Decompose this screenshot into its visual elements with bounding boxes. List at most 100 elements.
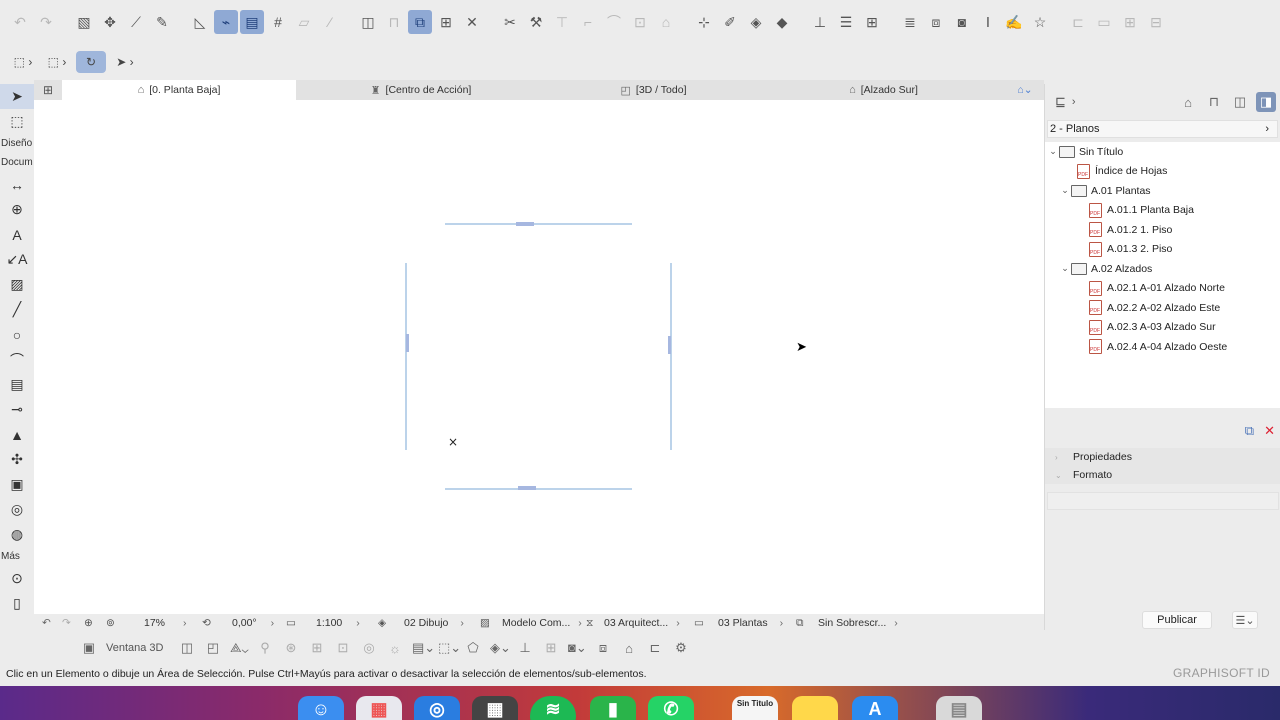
edit-icon[interactable]: ✍ — [1002, 10, 1026, 34]
whatsapp-icon[interactable]: ✆ — [648, 696, 694, 720]
fill-tool-icon[interactable]: ▨ — [0, 272, 34, 297]
grid-icon[interactable]: ⊞ — [1118, 10, 1142, 34]
publisher-set-select[interactable]: 2 - Planos › — [1047, 120, 1278, 138]
pen-set-icon[interactable]: ⧖ — [586, 617, 604, 630]
surface-icon[interactable]: ▱ — [292, 10, 316, 34]
stack-icon[interactable]: ≣ — [898, 10, 922, 34]
figure-tool-icon[interactable]: ▣ — [0, 472, 34, 497]
style-icon[interactable]: ◈⌄ — [490, 640, 511, 656]
polyline-tool-icon[interactable]: ⌒ — [0, 347, 34, 372]
rotate-icon[interactable]: ◎ — [360, 640, 378, 656]
tree-item-planta-baja[interactable]: PDF A.01.1 Planta Baja — [1045, 201, 1280, 221]
orbit-icon[interactable]: ↻ — [76, 51, 106, 73]
fill-icon[interactable]: ◈ — [744, 10, 768, 34]
wall-end-tool-icon[interactable]: ▯ — [0, 591, 34, 616]
undo-view-icon[interactable]: ↶ — [42, 617, 62, 629]
hotspot-tool-icon[interactable]: ✣ — [0, 447, 34, 472]
trash-icon[interactable]: ▤ — [936, 696, 982, 720]
expand-arrow-icon[interactable]: ⌄ — [1047, 146, 1059, 157]
inject-icon[interactable]: ✥ — [98, 10, 122, 34]
camera-icon[interactable]: ◙ — [950, 10, 974, 34]
settings-3d-icon[interactable]: ⚙ — [672, 640, 690, 656]
rail-icon[interactable]: ☰ — [834, 10, 858, 34]
tree-item-alzados[interactable]: ⌄ A.02 Alzados — [1045, 259, 1280, 279]
drawing-tool-icon[interactable]: ▤ — [0, 372, 34, 397]
notes-icon[interactable] — [792, 696, 838, 720]
zone-tool-icon[interactable]: ◎ — [0, 497, 34, 522]
launchpad-icon[interactable]: ▦ — [356, 696, 402, 720]
section-marker-left[interactable] — [406, 334, 409, 352]
model-view-field[interactable]: Modelo Com... › — [502, 617, 586, 629]
section-marker-bottom[interactable] — [518, 486, 536, 490]
marquee-tool-icon[interactable]: ⬚ — [0, 109, 34, 134]
label-tool-icon[interactable]: ↙A — [0, 247, 34, 272]
rotation-field[interactable]: 0,00° › — [232, 617, 286, 629]
tab-centro-accion[interactable]: ♜ [Centro de Acción] — [296, 80, 546, 100]
expand-arrow-icon[interactable]: ⌄ — [1059, 263, 1071, 274]
orbit-3d-icon[interactable]: ⊛ — [282, 640, 300, 656]
appstore-icon[interactable]: A — [852, 696, 898, 720]
tree-item-plantas[interactable]: ⌄ A.01 Plantas — [1045, 181, 1280, 201]
properties-section[interactable]: › Propiedades — [1045, 448, 1280, 466]
marquee-icon[interactable]: ⬚ › — [8, 51, 38, 73]
tree-item-alzado-norte[interactable]: PDF A.02.1 A-01 Alzado Norte — [1045, 279, 1280, 299]
globe-tool-icon[interactable]: ◍ — [0, 522, 34, 547]
redo-icon[interactable]: ↷ — [34, 10, 58, 34]
arc-icon[interactable]: ⌒ — [602, 10, 626, 34]
sun-icon[interactable]: ☼ — [386, 641, 404, 656]
trace-icon[interactable]: ⧉ — [408, 10, 432, 34]
view-map-icon[interactable]: ⊓ — [1204, 92, 1224, 112]
arrow-pointer-icon[interactable]: ➤ › — [110, 51, 140, 73]
zoom-in-icon[interactable]: ⊕ — [84, 617, 106, 629]
handrail-icon[interactable]: ⊞ — [542, 640, 560, 656]
redo-view-icon[interactable]: ↷ — [62, 617, 84, 629]
column-icon[interactable]: ▭ — [1092, 10, 1116, 34]
publisher-sets-icon[interactable]: ◨ — [1256, 92, 1276, 112]
grid-element-tool-icon[interactable]: ⊙ — [0, 566, 34, 591]
layer-combination-icon[interactable]: ◈ — [378, 617, 404, 629]
archicad-icon[interactable]: Sin Titulo — [732, 696, 778, 720]
beam-icon[interactable]: ⊏ — [1066, 10, 1090, 34]
ruler-icon[interactable]: ◺ — [188, 10, 212, 34]
tree-item-piso-2[interactable]: PDF A.01.3 2. Piso — [1045, 240, 1280, 260]
pen-set-field[interactable]: 03 Arquitect... › — [604, 617, 694, 629]
roof-icon[interactable]: ⌂ — [654, 10, 678, 34]
pencil-icon[interactable]: ✎ — [150, 10, 174, 34]
finder-icon[interactable]: ☺ — [298, 696, 344, 720]
level-tool-icon[interactable]: ⊕ — [0, 197, 34, 222]
brush-icon[interactable]: ✐ — [718, 10, 742, 34]
override-field[interactable]: Sin Sobrescr... › — [818, 617, 898, 629]
star-icon[interactable]: ☆ — [1028, 10, 1052, 34]
new-item-icon[interactable]: ⧉ — [1245, 423, 1254, 439]
eyedropper-icon[interactable]: ⟋ — [124, 10, 148, 34]
plan-type-icon[interactable]: ▭ — [694, 617, 718, 629]
section-view-icon[interactable]: ◫ — [178, 640, 196, 656]
tree-item-alzado-oeste[interactable]: PDF A.02.4 A-04 Alzado Oeste — [1045, 337, 1280, 357]
fence-icon[interactable]: ⊞ — [860, 10, 884, 34]
delete-icon[interactable]: ✕ — [1264, 423, 1275, 439]
explore-icon[interactable]: ⊞ — [308, 640, 326, 656]
stair-3d-icon[interactable]: ⊥ — [516, 640, 534, 656]
cut-plane-icon[interactable]: ▤⌄ — [412, 640, 435, 656]
expand-chevron-icon[interactable]: › — [1072, 96, 1076, 108]
scale-field[interactable]: 1:100 › — [316, 617, 378, 629]
box-view-icon[interactable]: ◰ — [204, 640, 222, 656]
text-icon[interactable]: Ⅰ — [976, 10, 1000, 34]
format-section[interactable]: ⌄ Formato — [1045, 466, 1280, 484]
tab-planta-baja[interactable]: ⌂ [0. Planta Baja] — [62, 80, 296, 100]
zoom-field[interactable]: 17% › — [144, 617, 202, 629]
fly-icon[interactable]: ⊡ — [334, 640, 352, 656]
dimension-tool-icon[interactable]: ↔ — [0, 172, 34, 197]
floor-plan-canvas[interactable]: × — [34, 100, 1044, 614]
select-icon[interactable]: ⬚ › — [42, 51, 72, 73]
snap-guides-icon[interactable]: ⌁ — [214, 10, 238, 34]
section-marker-right[interactable] — [668, 336, 671, 354]
format-select[interactable] — [1047, 492, 1279, 510]
tree-item-alzado-este[interactable]: PDF A.02.2 A-02 Alzado Este — [1045, 298, 1280, 318]
safari-icon[interactable]: ◎ — [414, 696, 460, 720]
crop-icon[interactable]: ⊡ — [628, 10, 652, 34]
hash-grid-icon[interactable]: # — [266, 10, 290, 34]
renovation-icon[interactable]: ⊞ — [434, 10, 458, 34]
compare-icon[interactable]: ⊟ — [1144, 10, 1168, 34]
paint-icon[interactable]: ⁄ — [318, 10, 342, 34]
